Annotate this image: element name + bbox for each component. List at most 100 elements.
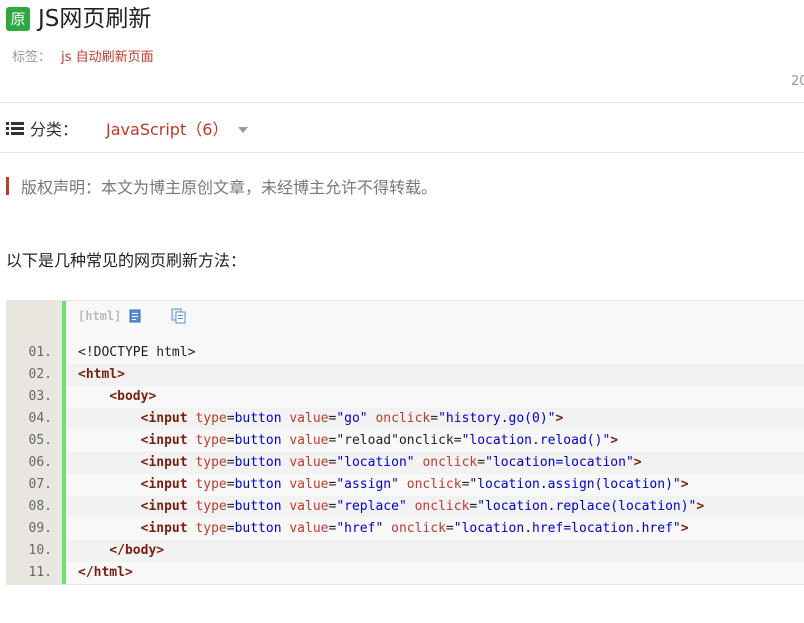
category-link[interactable]: JavaScript（6）	[106, 116, 228, 140]
line-number: 09.	[28, 521, 52, 536]
tags-label: 标签：	[12, 50, 52, 65]
code-token: type	[195, 477, 227, 492]
code-token: button	[234, 455, 282, 470]
code-token: "location=location"	[485, 455, 634, 470]
code-token: =	[226, 521, 235, 536]
code-token: =	[430, 411, 439, 426]
category-label: 分类：	[30, 120, 79, 139]
code-token: "href"	[336, 521, 384, 536]
list-icon	[6, 122, 24, 135]
code-token: =	[226, 455, 235, 470]
code-line: 03. <body>	[6, 386, 804, 408]
code-token: value	[289, 499, 329, 514]
code-token: =	[226, 499, 235, 514]
code-token: <input	[140, 411, 188, 426]
code-token: type	[195, 433, 227, 448]
code-text: <input type=button value="href" onclick=…	[66, 518, 804, 540]
article-header: 原 JS网页刷新	[6, 4, 151, 34]
tags-row: 标签： js 自动刷新页面	[12, 46, 154, 65]
code-token: "go"	[336, 411, 368, 426]
code-text: </html>	[66, 562, 804, 584]
code-text: <input type=button value="go" onclick="h…	[66, 408, 804, 430]
code-token: "assign"	[336, 477, 399, 492]
code-token: "location.reload()"	[461, 433, 611, 448]
code-language-label: [html]	[78, 309, 122, 323]
code-token: onclick	[375, 411, 431, 426]
code-text: </body>	[66, 540, 804, 562]
code-line: 11. </html>	[6, 562, 804, 584]
code-token: value	[289, 411, 329, 426]
code-token: "location.replace(location)"	[477, 499, 697, 514]
copy-icon[interactable]	[171, 308, 187, 324]
line-number: 08.	[28, 499, 52, 514]
code-token: =	[226, 411, 235, 426]
code-token: <input	[140, 477, 188, 492]
code-token: "location.href=location.href"	[453, 521, 681, 536]
line-number: 05.	[28, 433, 52, 448]
code-token: onclick	[422, 455, 478, 470]
document-icon[interactable]	[129, 309, 141, 323]
code-text: <input type=button value="location" oncl…	[66, 452, 804, 474]
code-text: <input type=button value="replace" oncli…	[66, 496, 804, 518]
code-line: 06. <input type=button value="location" …	[6, 452, 804, 474]
code-line: 02. <html>	[6, 364, 804, 386]
code-token: >	[633, 455, 642, 470]
code-line: 04. <input type=button value="go" onclic…	[6, 408, 804, 430]
code-line: 09. <input type=button value="href" oncl…	[6, 518, 804, 540]
code-token: value	[289, 477, 329, 492]
code-token: button	[234, 521, 282, 536]
code-token: <!DOCTYPE html>	[78, 345, 196, 360]
code-token: =	[477, 455, 486, 470]
category-row: 分类： JavaScript（6）	[6, 116, 249, 140]
code-block: [html] 01. <!DOCTYPE html> 02. <html> 03. <b…	[6, 300, 804, 585]
code-text: <body>	[66, 386, 804, 408]
line-number: 07.	[28, 477, 52, 492]
code-token: button	[234, 477, 282, 492]
code-token: >	[696, 499, 705, 514]
code-token: "location.assign(location)"	[469, 477, 681, 492]
code-token: <input	[140, 455, 188, 470]
code-text: <html>	[66, 364, 804, 386]
code-token: "history.go(0)"	[438, 411, 556, 426]
line-number: 04.	[28, 411, 52, 426]
line-number: 02.	[28, 367, 52, 382]
code-token: >	[680, 477, 689, 492]
article-title: JS网页刷新	[38, 6, 152, 32]
code-token: value	[289, 521, 329, 536]
line-number: 03.	[28, 389, 52, 404]
code-token: "location"	[336, 455, 415, 470]
notice-accent-bar	[6, 177, 9, 195]
line-number: 11.	[28, 565, 52, 580]
tag-link[interactable]: js 自动刷新页面	[61, 50, 154, 65]
code-token: ="reload"onclick=	[328, 433, 462, 448]
code-token: value	[289, 433, 329, 448]
copyright-text: 版权声明：本文为博主原创文章，未经博主允许不得转载。	[21, 178, 438, 197]
code-token: onclick	[391, 521, 446, 536]
code-token: </html>	[78, 565, 133, 580]
caret-down-icon[interactable]	[238, 126, 249, 133]
code-token: >	[610, 433, 619, 448]
divider	[0, 152, 804, 153]
code-line: 01. <!DOCTYPE html>	[6, 342, 804, 364]
code-toolbar: [html]	[78, 306, 187, 326]
code-line: 07. <input type=button value="assign" on…	[6, 474, 804, 496]
code-token: type	[195, 411, 227, 426]
code-token: button	[234, 433, 282, 448]
code-token: </body>	[109, 543, 165, 558]
code-line: 05. <input type=button value="reload"onc…	[6, 430, 804, 452]
original-badge: 原	[6, 7, 30, 31]
code-token: onclick	[406, 477, 462, 492]
code-token: =	[226, 477, 235, 492]
code-token: <input	[140, 433, 188, 448]
code-text: <input type=button value="assign" onclic…	[66, 474, 804, 496]
line-number: 01.	[28, 345, 52, 360]
